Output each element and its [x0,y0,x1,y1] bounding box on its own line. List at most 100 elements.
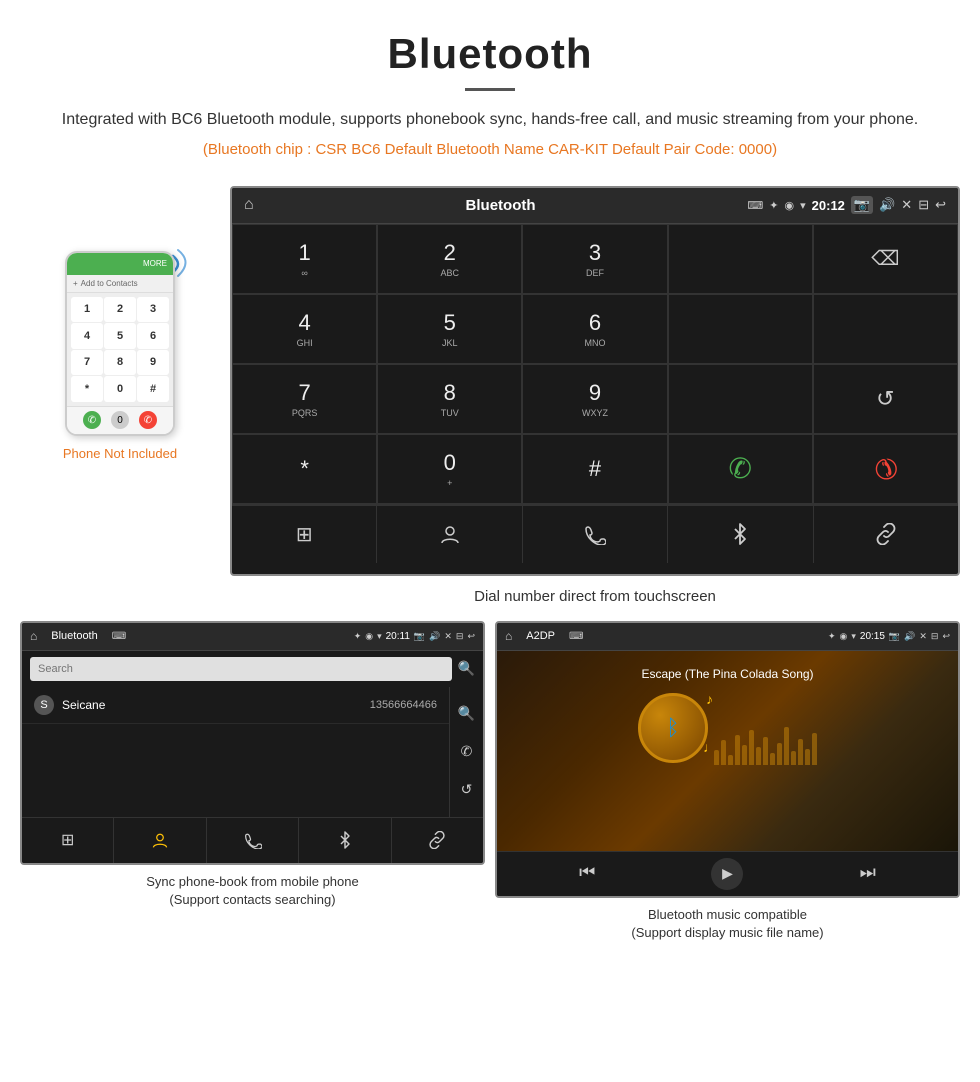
dial-key-hash[interactable]: # [522,434,667,504]
pb-close-icon[interactable]: ✕ [444,631,452,642]
phone-call-button[interactable]: ✆ [83,411,101,429]
pb-search-input[interactable] [30,657,452,681]
usb-icon: ⌨ [747,199,763,212]
dial-reload-button[interactable]: ↺ [813,364,958,434]
music-close-icon[interactable]: ✕ [919,631,927,642]
pb-search-icon[interactable]: 🔍 [458,660,475,677]
music-play-button[interactable]: ▶ [711,858,743,890]
music-loc-icon: ◉ [840,631,848,642]
back-icon[interactable]: ↩ [935,197,946,213]
pb-nav-contacts[interactable] [114,818,206,863]
dial-key-5[interactable]: 5 JKL [377,294,522,364]
pb-home-icon[interactable]: ⌂ [30,629,37,643]
pb-side-reload-icon[interactable]: ↺ [461,781,473,798]
pb-nav-keypad[interactable]: ⊞ [22,818,114,863]
dial-key-7[interactable]: 7 PQRS [232,364,377,434]
car-screen-title: Bluetooth [262,197,740,214]
volume-icon[interactable]: 🔊 [879,197,895,213]
phone-screen: MORE +Add to Contacts 1 2 3 4 5 6 7 8 [67,253,173,434]
phone-key-6: 6 [137,323,169,349]
music-next-button[interactable]: ⏭ [852,858,884,890]
pb-usb-icon: ⌨ [112,631,126,642]
nav-bluetooth-icon[interactable] [668,506,813,563]
pb-nav-bluetooth[interactable] [299,818,391,863]
dial-key-1[interactable]: 1 ∞ [232,224,377,294]
nav-contacts-icon[interactable] [377,506,522,563]
dial-key-2[interactable]: 2 ABC [377,224,522,294]
music-wifi-icon: ▾ [851,631,856,642]
dial-key-6[interactable]: 6 MNO [522,294,667,364]
dial-call-button[interactable]: ✆ [668,434,813,504]
eq-bar-14 [805,749,810,765]
nav-keypad-icon[interactable]: ⊞ [232,506,377,563]
pb-contact-name: Seicane [62,698,370,712]
phone-sidebar: ᛒ MORE +Add to Contacts 1 2 [20,186,220,461]
close-icon[interactable]: ✕ [901,197,912,213]
title-divider [465,88,515,91]
pb-contacts-list: S Seicane 13566664466 [22,687,449,817]
main-content-row: ᛒ MORE +Add to Contacts 1 2 [0,186,980,611]
pb-side-search-icon[interactable]: 🔍 [458,705,475,722]
home-icon[interactable]: ⌂ [244,196,254,214]
pb-back-icon[interactable]: ↩ [467,631,475,642]
music-controls: ⏮ ▶ ⏭ [497,851,958,896]
dial-backspace[interactable]: ⌫ [813,224,958,294]
phone-key-9: 9 [137,350,169,376]
dial-key-0[interactable]: 0 + [377,434,522,504]
music-screen: ⌂ A2DP ⌨ ✦ ◉ ▾ 20:15 📷 🔊 ✕ ⊟ ↩ Escape (T… [495,621,960,898]
eq-bar-12 [791,751,796,765]
car-screen-container: ⌂ Bluetooth ⌨ ✦ ◉ ▾ 20:12 📷 🔊 ✕ ⊟ ↩ [230,186,960,611]
eq-bar-3 [728,755,733,765]
eq-bar-5 [742,745,747,765]
phonebook-screen-item: ⌂ Bluetooth ⌨ ✦ ◉ ▾ 20:11 📷 🔊 ✕ ⊟ ↩ [20,621,485,944]
phone-top-bar: MORE [67,253,173,275]
dial-end-button[interactable]: ✆ [813,434,958,504]
phonebook-screen: ⌂ Bluetooth ⌨ ✦ ◉ ▾ 20:11 📷 🔊 ✕ ⊟ ↩ [20,621,485,865]
pb-screen-icon[interactable]: ⊟ [456,631,464,642]
pb-contact-row[interactable]: S Seicane 13566664466 [22,687,449,724]
dial-key-3[interactable]: 3 DEF [522,224,667,294]
music-screen-item: ⌂ A2DP ⌨ ✦ ◉ ▾ 20:15 📷 🔊 ✕ ⊟ ↩ Escape (T… [495,621,960,944]
dial-key-9[interactable]: 9 WXYZ [522,364,667,434]
dial-key-8[interactable]: 8 TUV [377,364,522,434]
dial-empty-r2c5 [813,294,958,364]
pb-nav-link[interactable] [392,818,483,863]
music-song-title: Escape (The Pina Colada Song) [641,667,813,681]
phone-body: MORE +Add to Contacts 1 2 3 4 5 6 7 8 [65,251,175,436]
music-prev-button[interactable]: ⏮ [571,858,603,890]
phone-key-7: 7 [71,350,103,376]
music-back-icon[interactable]: ↩ [942,631,950,642]
phone-end-button[interactable]: ✆ [139,411,157,429]
pb-vol-icon[interactable]: 🔊 [429,631,440,642]
pb-loc-icon: ◉ [365,631,373,642]
music-cam-icon[interactable]: 📷 [889,631,900,642]
nav-link-icon[interactable] [814,506,958,563]
phone-key-3: 3 [137,297,169,323]
eq-bar-2 [721,740,726,765]
camera-icon[interactable]: 📷 [851,196,873,214]
eq-bar-4 [735,735,740,765]
music-vol-icon[interactable]: 🔊 [904,631,915,642]
pb-side-call-icon[interactable]: ✆ [461,743,473,760]
nav-call-icon[interactable] [523,506,668,563]
page-header: Bluetooth Integrated with BC6 Bluetooth … [0,0,980,186]
phone-add-contacts: +Add to Contacts [67,275,173,293]
screen-icon[interactable]: ⊟ [918,197,929,213]
music-note-icon-1: ♪ [706,691,713,707]
pb-cam-icon[interactable]: 📷 [414,631,425,642]
music-bt-icon: ✦ [828,631,836,642]
location-icon: ◉ [785,199,795,212]
pb-status-bar: ⌂ Bluetooth ⌨ ✦ ◉ ▾ 20:11 📷 🔊 ✕ ⊟ ↩ [22,623,483,651]
eq-bar-6 [749,730,754,765]
music-screen-icon[interactable]: ⊟ [931,631,939,642]
dialpad-grid: 1 ∞ 2 ABC 3 DEF ⌫ 4 GHI [232,224,958,574]
dial-display-area [668,224,813,294]
phone-illustration: ᛒ MORE +Add to Contacts 1 2 [55,216,185,436]
music-home-icon[interactable]: ⌂ [505,629,512,643]
pb-nav-call[interactable] [207,818,299,863]
dial-key-4[interactable]: 4 GHI [232,294,377,364]
pb-screen-title: Bluetooth [51,630,97,642]
phone-zero-button: 0 [111,411,129,429]
dial-key-star[interactable]: * [232,434,377,504]
dial-empty-r3c4 [668,364,813,434]
